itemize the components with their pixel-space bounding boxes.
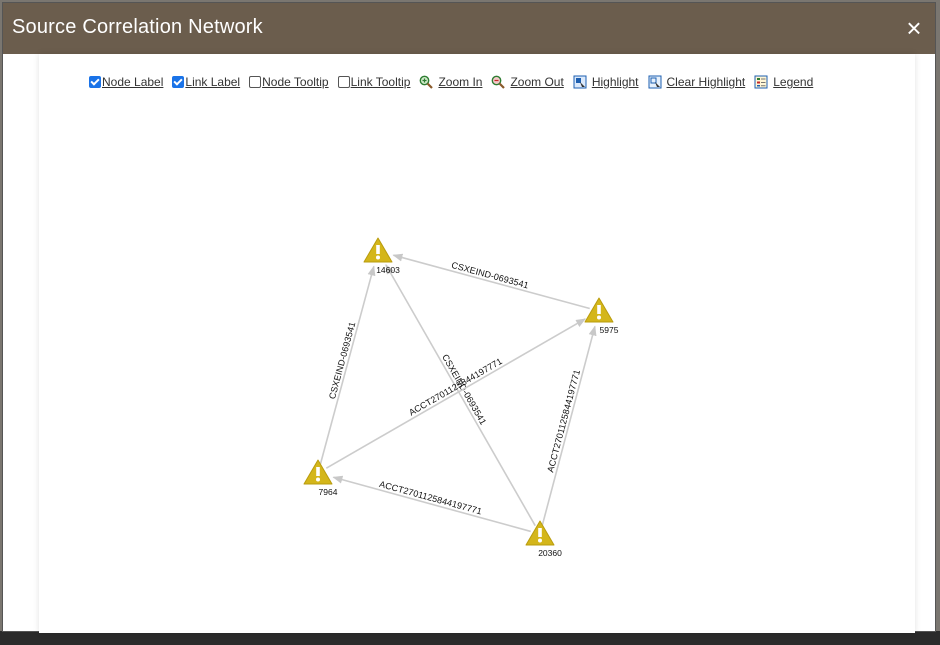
- network-canvas-panel: Node Label Link Label Node Tooltip Link …: [39, 54, 915, 633]
- node-label: 14603: [376, 265, 400, 275]
- network-link[interactable]: [319, 265, 376, 464]
- network-link[interactable]: [332, 475, 531, 533]
- warning-exclamation-bar: [538, 528, 542, 537]
- warning-exclamation-dot: [376, 255, 380, 260]
- source-correlation-dialog: Source Correlation Network × Node Label …: [2, 2, 936, 633]
- node-label: 20360: [538, 548, 562, 558]
- network-node[interactable]: 5975: [584, 297, 619, 335]
- correlation-network-graph: CSXEIND-0693541CSXEIND-0693541CSXEIND-06…: [303, 237, 619, 558]
- dialog-titlebar: Source Correlation Network ×: [3, 3, 935, 54]
- link-label: CSXEIND-0693541: [450, 260, 529, 290]
- network-node[interactable]: 7964: [303, 459, 338, 497]
- warning-exclamation-bar: [376, 245, 380, 254]
- node-label: 7964: [319, 487, 338, 497]
- warning-exclamation-bar: [316, 467, 320, 476]
- warning-exclamation-dot: [538, 538, 542, 543]
- warning-exclamation-bar: [597, 305, 601, 314]
- link-label: CSXEIND-0693541: [327, 321, 357, 400]
- link-label: ACCT2701125844197771: [378, 479, 483, 517]
- network-node[interactable]: 14603: [363, 237, 400, 275]
- dialog-title: Source Correlation Network: [12, 16, 263, 38]
- network-node[interactable]: 20360: [525, 520, 562, 558]
- warning-exclamation-dot: [597, 315, 601, 320]
- network-link[interactable]: [392, 253, 590, 310]
- background-page-strip: [0, 631, 940, 645]
- node-label: 5975: [600, 325, 619, 335]
- network-link[interactable]: [541, 325, 597, 525]
- warning-exclamation-dot: [316, 477, 320, 482]
- link-label: ACCT2701125844197771: [545, 368, 582, 473]
- close-icon[interactable]: ×: [901, 15, 927, 41]
- network-link[interactable]: [325, 318, 587, 469]
